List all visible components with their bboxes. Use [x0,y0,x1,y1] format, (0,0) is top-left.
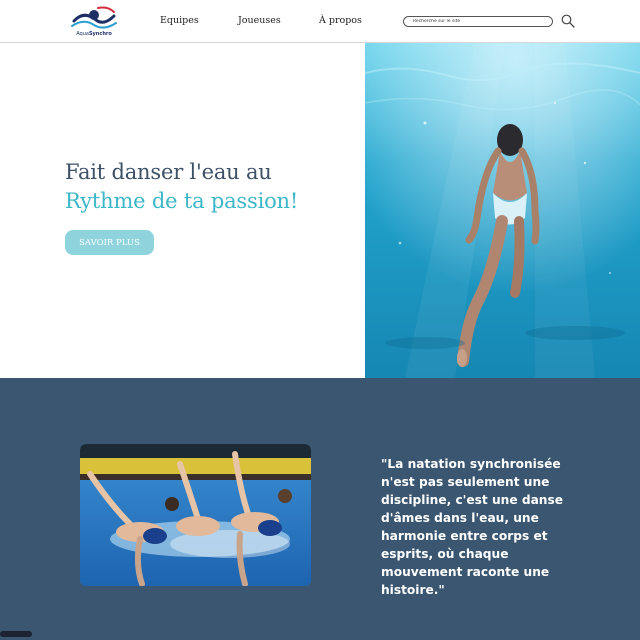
quote-text: "La natation synchronisée n'est pas seul… [381,457,564,597]
nav-item-equipes[interactable]: Equipes [160,15,199,26]
search-input[interactable] [403,16,553,27]
site-header: AquaSynchro Equipes Joueuses À propos [0,0,640,43]
logo-text-suffix: Synchro [88,31,112,37]
hero-title-line1: Fait danser l'eau au [65,160,272,184]
hero-underwater-photo [365,43,640,378]
search-icon[interactable] [561,14,575,28]
nav-item-joueuses[interactable]: Joueuses [238,15,281,26]
nav-item-a-propos[interactable]: À propos [319,15,362,26]
underwater-swimmer-image [365,43,640,378]
savoir-plus-button[interactable]: SAVOIR PLUS [65,230,154,255]
hero-title-line2: Rythme de ta passion! [65,189,299,213]
synchronized-swimming-photo [80,444,311,586]
logo-text: AquaSynchro [70,31,118,37]
logo[interactable]: AquaSynchro [70,4,118,40]
swimmer-logo-icon [71,6,117,29]
synchro-swimmers-image [80,444,311,586]
horizontal-scrollbar[interactable] [0,631,32,637]
logo-text-prefix: Aqua [76,31,89,37]
